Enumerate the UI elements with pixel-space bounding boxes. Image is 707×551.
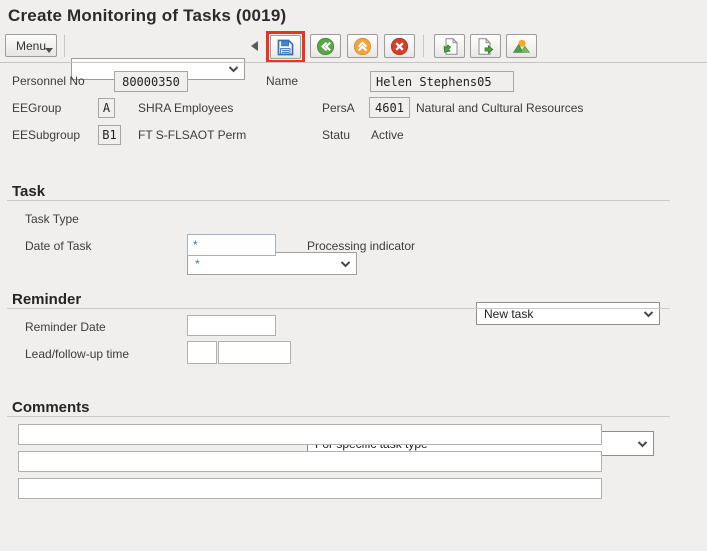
exit-button[interactable] xyxy=(347,34,378,58)
ee-group-field[interactable]: A xyxy=(98,98,115,118)
comment-line-2-input[interactable] xyxy=(18,451,602,472)
status-value: Active xyxy=(371,128,404,142)
pers-a-label: PersA xyxy=(322,101,355,115)
menu-button[interactable]: Menu xyxy=(5,34,57,57)
task-section-divider xyxy=(7,200,670,201)
status-label: Statu xyxy=(322,128,350,142)
reminder-section-divider xyxy=(7,308,670,309)
previous-record-icon xyxy=(440,37,459,56)
sap-window: Create Monitoring of Tasks (0019) Menu xyxy=(0,0,707,551)
next-record-button[interactable] xyxy=(470,34,501,58)
next-record-icon xyxy=(476,37,495,56)
pers-a-text: Natural and Cultural Resources xyxy=(416,101,583,115)
comments-section-heading: Comments xyxy=(12,399,90,416)
lead-time-number-input[interactable] xyxy=(187,341,217,364)
ee-group-label: EEGroup xyxy=(12,101,61,115)
comments-section-divider xyxy=(7,416,670,417)
reminder-date-input[interactable] xyxy=(187,315,276,336)
menu-button-label: Menu xyxy=(16,39,46,53)
toolbar-separator xyxy=(64,35,65,57)
pers-a-field[interactable]: 4601 xyxy=(369,97,410,118)
comment-line-3-input[interactable] xyxy=(18,478,602,499)
overview-icon xyxy=(512,37,531,56)
task-type-label: Task Type xyxy=(25,212,79,226)
chevron-down-icon xyxy=(643,310,654,317)
ee-subgroup-label: EESubgroup xyxy=(12,128,80,142)
name-label: Name xyxy=(266,74,298,88)
personnel-no-field[interactable]: 80000350 xyxy=(114,71,188,92)
comment-line-1-input[interactable] xyxy=(18,424,602,445)
toolbar-separator xyxy=(423,35,424,57)
save-icon xyxy=(276,38,295,57)
chevron-down-icon xyxy=(340,260,351,267)
date-of-task-label: Date of Task xyxy=(25,239,91,253)
save-highlight-box xyxy=(266,31,305,63)
previous-record-button[interactable] xyxy=(434,34,465,58)
exit-icon xyxy=(353,37,372,56)
personnel-no-label: Personnel No xyxy=(12,74,85,88)
back-icon xyxy=(316,37,335,56)
processing-indicator-label: Processing indicator xyxy=(307,239,415,253)
processing-indicator-select[interactable]: New task xyxy=(476,302,660,325)
ee-subgroup-field[interactable]: B1 xyxy=(98,125,121,145)
cancel-button[interactable] xyxy=(384,34,415,58)
name-field[interactable]: Helen Stephens05 xyxy=(370,71,514,92)
lead-time-unit-input[interactable] xyxy=(218,341,291,364)
reminder-date-label: Reminder Date xyxy=(25,320,106,334)
lead-time-label: Lead/follow-up time xyxy=(25,347,129,361)
reminder-section-heading: Reminder xyxy=(12,291,81,308)
cancel-icon xyxy=(390,37,409,56)
chevron-down-icon xyxy=(637,440,648,447)
toolbar-collapse-icon[interactable] xyxy=(251,41,258,51)
chevron-down-icon[interactable] xyxy=(228,66,239,73)
toolbar-divider xyxy=(0,62,707,63)
overview-button[interactable] xyxy=(506,34,537,58)
save-button[interactable] xyxy=(270,35,301,59)
date-of-task-input[interactable] xyxy=(187,234,276,256)
task-type-value: * xyxy=(195,257,200,271)
ee-group-text: SHRA Employees xyxy=(138,101,233,115)
page-title: Create Monitoring of Tasks (0019) xyxy=(8,6,286,26)
task-section-heading: Task xyxy=(12,183,45,200)
back-button[interactable] xyxy=(310,34,341,58)
ee-subgroup-text: FT S-FLSAOT Perm xyxy=(138,128,246,142)
menu-dropdown-corner-icon xyxy=(45,48,53,53)
